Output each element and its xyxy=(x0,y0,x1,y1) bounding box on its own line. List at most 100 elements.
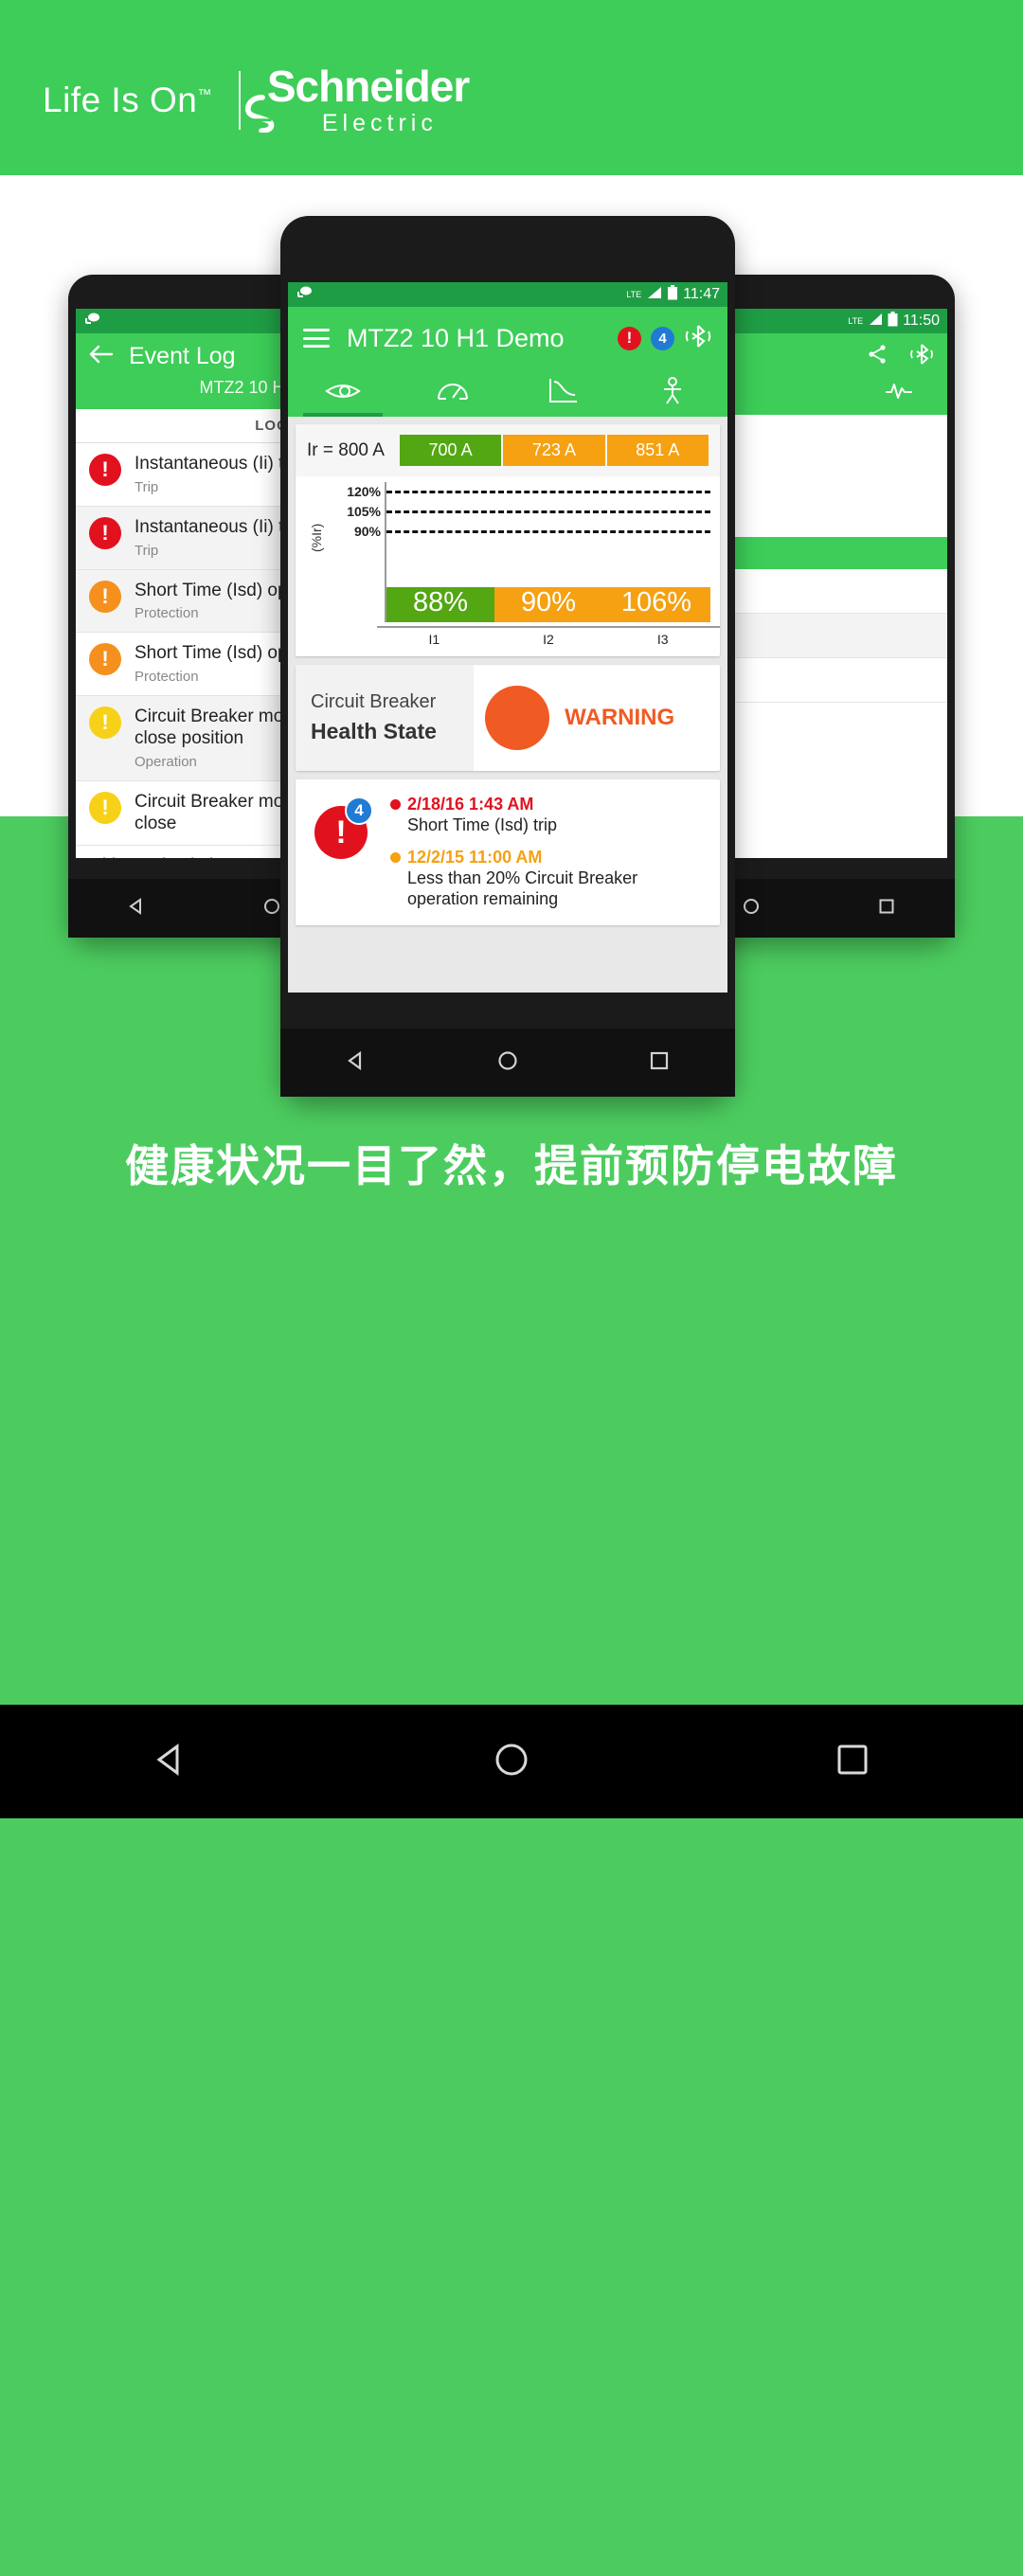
bluetooth-connected-icon[interactable] xyxy=(684,323,712,354)
promo-tagline: 健康状况一目了然，提前预防停电故障 xyxy=(125,1141,898,1190)
gauge-icon xyxy=(435,379,471,408)
schneider-s-mark-icon xyxy=(244,95,275,133)
home-circle-icon[interactable] xyxy=(490,1738,533,1786)
chart-plot-area: 88% 90% 106% xyxy=(385,482,710,622)
y-axis-unit-label: (%Ir) xyxy=(309,523,324,552)
events-alert-indicator: ! 4 xyxy=(307,795,375,859)
health-state-card[interactable]: Circuit Breaker Health State WARNING xyxy=(296,665,720,771)
severity-dot-icon xyxy=(390,799,401,810)
share-icon[interactable] xyxy=(866,343,888,370)
recents-square-icon[interactable] xyxy=(647,1048,672,1078)
trademark-symbol: ™ xyxy=(197,86,212,103)
hamburger-menu-icon[interactable] xyxy=(303,329,330,348)
severity-icon: ! xyxy=(89,454,121,486)
health-card-subtitle: Circuit Breaker xyxy=(311,691,437,712)
health-card-title: Health State xyxy=(311,719,437,743)
battery-icon xyxy=(888,312,898,331)
home-circle-icon[interactable] xyxy=(495,1048,520,1078)
event-description: Short Time (Isd) trip xyxy=(407,815,558,834)
life-is-on-logo: Life Is On™ xyxy=(43,80,212,120)
phase-current-chip-i3: 851 A xyxy=(606,435,709,466)
chart-bars: 88% 90% 106% xyxy=(386,482,710,622)
center-phone-mockup: LTE 11:47 MTZ2 10 H1 Demo ! 4 Ir = 800 A… xyxy=(280,216,735,1097)
recents-square-icon[interactable] xyxy=(831,1738,874,1786)
bluetooth-connected-icon[interactable] xyxy=(909,343,934,370)
voicemail-icon xyxy=(83,313,100,330)
recents-square-icon[interactable] xyxy=(876,896,897,921)
current-summary-row: Ir = 800 A 700 A 723 A 851 A xyxy=(296,424,720,476)
phase-current-chip-i1: 700 A xyxy=(399,435,502,466)
lte-label: LTE xyxy=(626,289,642,299)
chart-x-axis: I1 I2 I3 xyxy=(377,626,720,647)
back-triangle-icon[interactable] xyxy=(149,1738,192,1786)
list-item[interactable]: 2/18/16 1:43 AM Short Time (Isd) trip xyxy=(390,795,709,836)
event-timestamp: 2/18/16 1:43 AM xyxy=(390,795,709,814)
health-state-value: WARNING xyxy=(474,686,720,750)
bar-i1: 88% xyxy=(386,587,494,622)
home-circle-icon[interactable] xyxy=(261,896,282,921)
tab-maintenance[interactable] xyxy=(618,369,727,417)
y-tick-90: 90% xyxy=(353,524,381,539)
alert-count-badge: 4 xyxy=(345,796,373,825)
severity-icon: ! xyxy=(89,643,121,676)
center-phone-screen: LTE 11:47 MTZ2 10 H1 Demo ! 4 Ir = 800 A… xyxy=(288,282,727,993)
events-list: 2/18/16 1:43 AM Short Time (Isd) trip 12… xyxy=(390,795,709,910)
status-badge: WARNING xyxy=(565,705,675,730)
tab-overview[interactable] xyxy=(288,369,398,417)
life-is-on-text: Life Is On xyxy=(43,80,198,119)
signal-icon xyxy=(646,286,662,303)
x-tick-i2: I2 xyxy=(543,632,554,647)
status-dot-icon xyxy=(485,686,550,750)
left-page-title: Event Log xyxy=(129,343,236,369)
center-clock: 11:47 xyxy=(683,286,720,302)
alarm-badge[interactable]: ! xyxy=(618,326,641,350)
bar-i3: 106% xyxy=(602,587,710,622)
back-triangle-icon[interactable] xyxy=(126,896,147,921)
electric-wordmark: Electric xyxy=(321,110,438,136)
y-tick-105: 105% xyxy=(347,504,381,519)
x-tick-i3: I3 xyxy=(656,632,669,647)
eye-icon xyxy=(324,379,362,408)
event-timestamp: 12/2/15 11:00 AM xyxy=(390,848,709,868)
device-system-nav-bar xyxy=(0,1705,1023,1818)
brand-header-band: Life Is On™ Schneider Electric xyxy=(0,0,1023,175)
severity-icon: ! xyxy=(89,707,121,740)
center-system-nav xyxy=(280,1029,735,1097)
back-triangle-icon[interactable] xyxy=(344,1048,368,1078)
page-title: MTZ2 10 H1 Demo xyxy=(347,323,565,352)
ir-rating-label: Ir = 800 A xyxy=(307,439,385,460)
y-tick-120: 120% xyxy=(347,484,381,499)
center-tab-bar xyxy=(288,369,727,417)
home-circle-icon[interactable] xyxy=(741,896,762,921)
x-tick-i1: I1 xyxy=(428,632,440,647)
schneider-electric-logo: Schneider Electric xyxy=(266,62,470,136)
event-count-badge[interactable]: 4 xyxy=(651,326,674,350)
list-item[interactable]: 12/2/15 11:00 AM Less than 20% Circuit B… xyxy=(390,848,709,910)
event-time-text: 2/18/16 1:43 AM xyxy=(407,795,534,814)
severity-icon: ! xyxy=(89,580,121,613)
event-description: Less than 20% Circuit Breaker operation … xyxy=(407,868,638,909)
voicemail-icon xyxy=(296,286,313,303)
person-icon xyxy=(660,376,685,410)
events-card[interactable]: ! 4 2/18/16 1:43 AM Short Time (Isd) tri… xyxy=(296,779,720,925)
severity-icon: ! xyxy=(89,791,121,824)
waveform-icon[interactable] xyxy=(885,378,913,407)
health-state-labels: Circuit Breaker Health State xyxy=(296,665,475,771)
right-clock: 11:50 xyxy=(903,313,940,329)
center-status-bar: LTE 11:47 xyxy=(288,282,727,307)
bar-i2: 90% xyxy=(494,587,602,622)
chart-y-axis: 120% 105% 90% (%Ir) xyxy=(303,482,385,622)
center-content-scroll[interactable]: Ir = 800 A 700 A 723 A 851 A 120% 105% 9… xyxy=(288,417,727,993)
brand-divider xyxy=(238,70,241,130)
tab-protection[interactable] xyxy=(508,369,618,417)
current-chart-card: Ir = 800 A 700 A 723 A 851 A 120% 105% 9… xyxy=(296,424,720,656)
schneider-wordmark: Schneider xyxy=(266,62,470,111)
bar-value-i1: 88% xyxy=(412,587,469,617)
trip-curve-icon xyxy=(547,377,579,410)
arrow-back-icon[interactable] xyxy=(89,344,114,369)
signal-icon xyxy=(868,313,883,330)
bar-value-i2: 90% xyxy=(520,587,577,617)
severity-dot-icon xyxy=(390,851,401,863)
tab-metering[interactable] xyxy=(398,369,508,417)
event-time-text: 12/2/15 11:00 AM xyxy=(407,847,543,867)
